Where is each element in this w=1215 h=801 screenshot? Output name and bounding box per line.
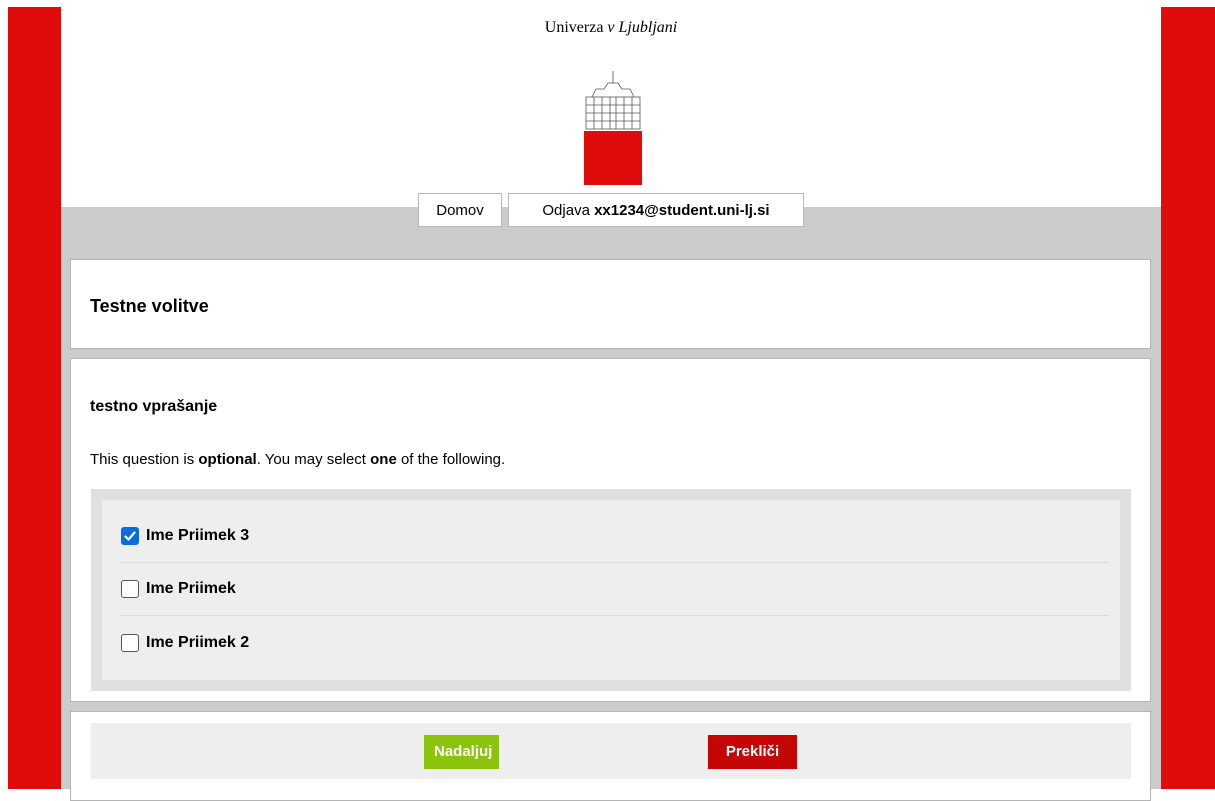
election-title-card: Testne volitve [70, 259, 1151, 349]
instructions-optional: optional [198, 451, 257, 468]
main-content: Univerza v Ljubljani Domov Odjava xx1234… [61, 7, 1161, 801]
checkbox-unchecked-icon[interactable] [121, 633, 139, 652]
instructions-text-3: of the following. [396, 451, 506, 468]
options-list: Ime Priimek 3 Ime Priimek Ime Priimek 2 [102, 500, 1120, 680]
option-ime-priimek[interactable]: Ime Priimek [121, 563, 1109, 616]
checkmark-icon [124, 531, 136, 541]
home-link-label: Domov [436, 202, 484, 219]
option-label[interactable]: Ime Priimek 3 [146, 527, 249, 545]
continue-button[interactable]: Nadaljuj [424, 735, 499, 769]
option-label[interactable]: Ime Priimek 2 [146, 634, 249, 652]
top-navigation: Domov Odjava xx1234@student.uni-lj.si [61, 193, 1161, 229]
actions-card: Nadaljuj Prekliči [70, 711, 1151, 801]
election-title: Testne volitve [90, 296, 209, 316]
home-link[interactable]: Domov [418, 193, 502, 227]
left-red-bar [8, 7, 61, 789]
instructions-count: one [370, 451, 397, 468]
option-label[interactable]: Ime Priimek [146, 580, 236, 598]
question-card: testno vprašanje This question is option… [70, 358, 1151, 702]
option-ime-priimek-3[interactable]: Ime Priimek 3 [121, 510, 1109, 563]
university-logo-icon [584, 71, 642, 185]
university-title: Univerza v Ljubljani [61, 19, 1161, 37]
checkbox-unchecked-icon[interactable] [121, 580, 139, 598]
right-red-bar [1161, 7, 1215, 789]
checkbox-checked-icon[interactable] [121, 527, 139, 545]
header: Univerza v Ljubljani [61, 7, 1161, 207]
user-email: xx1234@student.uni-lj.si [594, 202, 770, 219]
actions-bar: Nadaljuj Prekliči [91, 723, 1131, 779]
question-title: testno vprašanje [90, 398, 218, 415]
instructions-text-2: . You may select [256, 451, 371, 468]
university-prefix: Univerza [544, 19, 604, 36]
question-instructions: This question is optional. You may selec… [90, 451, 505, 468]
option-ime-priimek-2[interactable]: Ime Priimek 2 [121, 616, 1109, 669]
logout-link-label: Odjava [542, 202, 590, 219]
cancel-button[interactable]: Prekliči [708, 735, 797, 769]
university-location: v Ljubljani [607, 19, 678, 36]
instructions-text-1: This question is [90, 451, 199, 468]
logout-link[interactable]: Odjava xx1234@student.uni-lj.si [508, 193, 804, 227]
options-container: Ime Priimek 3 Ime Priimek Ime Priimek 2 [91, 489, 1131, 691]
